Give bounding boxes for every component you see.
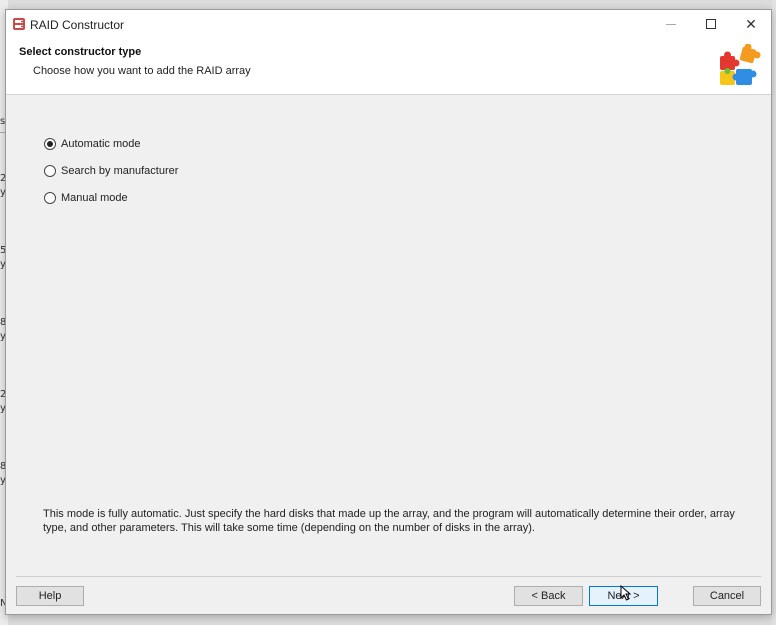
puzzle-piece-red [720,51,740,70]
page-subtitle: Choose how you want to add the RAID arra… [33,65,251,77]
title-bar[interactable]: RAID Constructor ✕ [6,10,771,38]
background-window-edge-right [772,0,776,625]
radio-button[interactable] [44,164,56,177]
radio-button[interactable] [44,191,56,204]
option-label[interactable]: Automatic mode [61,138,140,150]
app-icon [13,18,25,30]
back-button[interactable]: < Back [514,586,583,606]
option-manual-mode[interactable]: Manual mode [44,184,178,211]
puzzle-icon [720,44,761,85]
next-button[interactable]: Next > [589,586,658,606]
radio-button-selected[interactable] [44,137,56,150]
maximize-icon [706,19,716,29]
raid-constructor-dialog: RAID Constructor ✕ Select constructor ty… [5,9,772,615]
mode-description: This mode is fully automatic. Just speci… [43,508,735,534]
minimize-button[interactable] [651,10,691,38]
page-title: Select constructor type [19,46,142,58]
radio-dot [47,140,53,147]
cancel-button[interactable]: Cancel [693,586,761,606]
window-title: RAID Constructor [30,18,125,32]
option-label[interactable]: Search by manufacturer [61,165,178,177]
footer-separator [16,576,761,577]
wizard-header: Select constructor type Choose how you w… [6,38,771,95]
option-label[interactable]: Manual mode [61,192,128,204]
puzzle-piece-blue [732,69,757,85]
maximize-button[interactable] [691,10,731,38]
minimize-icon [666,23,676,25]
close-icon: ✕ [745,15,757,32]
constructor-type-options: Automatic mode Search by manufacturer Ma… [44,130,178,211]
close-button[interactable]: ✕ [731,10,771,38]
help-button[interactable]: Help [16,586,84,606]
puzzle-piece-orange [739,44,761,64]
option-automatic-mode[interactable]: Automatic mode [44,130,178,157]
option-search-by-manufacturer[interactable]: Search by manufacturer [44,157,178,184]
